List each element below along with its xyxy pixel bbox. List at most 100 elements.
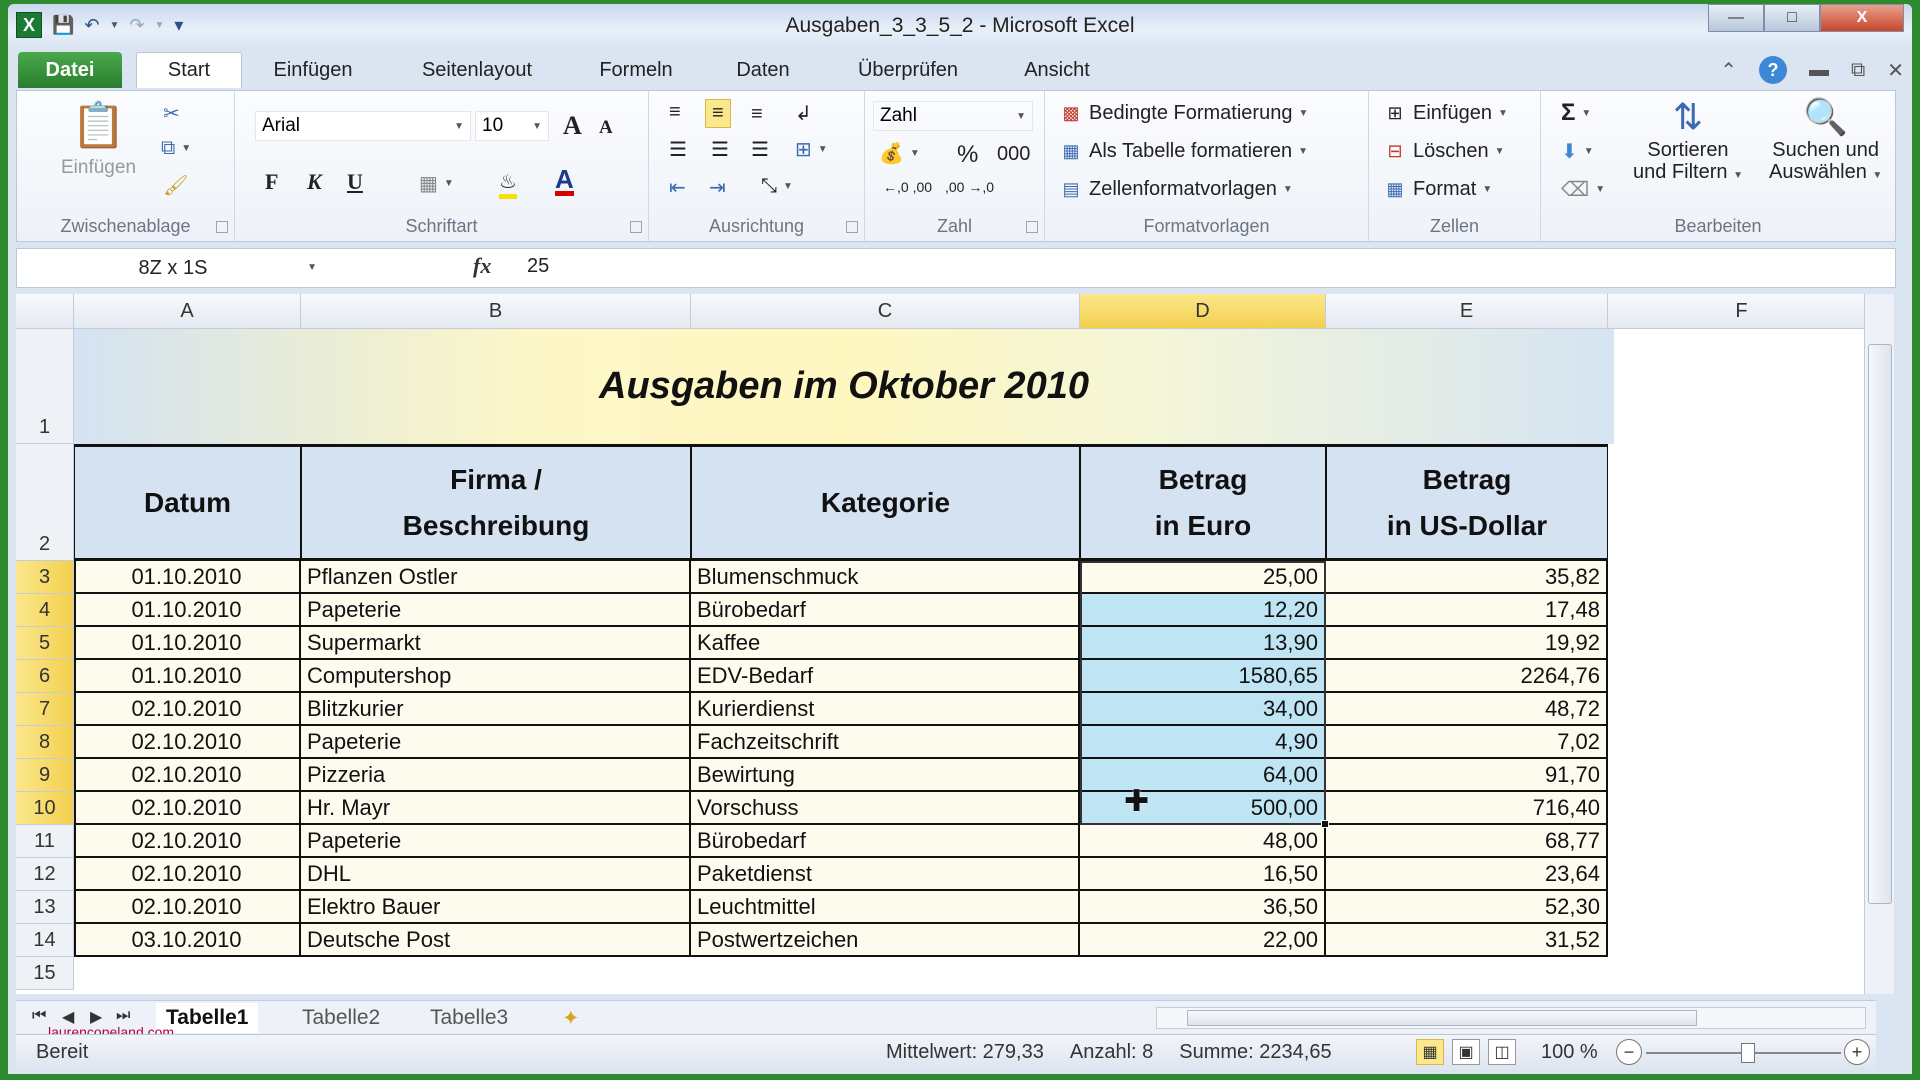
vertical-scrollbar[interactable] <box>1864 294 1894 994</box>
decrease-decimal-button[interactable]: ,00 →,0 <box>945 179 994 195</box>
row-header[interactable]: 10 <box>16 792 74 825</box>
clipboard-launcher-icon[interactable] <box>216 221 228 233</box>
header-kategorie[interactable]: Kategorie <box>691 444 1080 561</box>
cell-datum[interactable]: 02.10.2010 <box>74 858 301 891</box>
cell-firma[interactable]: DHL <box>301 858 691 891</box>
header-datum[interactable]: Datum <box>74 444 301 561</box>
page-break-view-icon[interactable]: ◫ <box>1488 1039 1516 1065</box>
cell-datum[interactable]: 02.10.2010 <box>74 792 301 825</box>
horizontal-scroll-thumb[interactable] <box>1187 1010 1697 1026</box>
percent-button[interactable]: % <box>957 141 978 169</box>
cell-kategorie[interactable]: Bewirtung <box>691 759 1080 792</box>
column-header-f[interactable]: F <box>1608 294 1876 329</box>
align-right-icon[interactable]: ☰ <box>751 137 769 162</box>
cell-betrag-euro[interactable]: 64,00 <box>1080 759 1326 792</box>
cell-datum[interactable]: 02.10.2010 <box>74 693 301 726</box>
cell-datum[interactable]: 01.10.2010 <box>74 594 301 627</box>
tab-start[interactable]: Start <box>136 52 242 88</box>
fill-icon[interactable]: ⬇ ▼ <box>1561 139 1594 164</box>
cell-kategorie[interactable]: Vorschuss <box>691 792 1080 825</box>
increase-decimal-button[interactable]: ←,0 ,00 <box>883 179 932 195</box>
cell-betrag-euro[interactable]: 12,20 <box>1080 594 1326 627</box>
help-icon[interactable]: ? <box>1758 56 1787 84</box>
cell-betrag-euro[interactable]: 500,00 <box>1080 792 1326 825</box>
cell-betrag-usd[interactable]: 17,48 <box>1326 594 1608 627</box>
cell-datum[interactable]: 01.10.2010 <box>74 660 301 693</box>
cell-firma[interactable]: Pizzeria <box>301 759 691 792</box>
select-all-corner[interactable] <box>16 294 74 329</box>
font-color-icon[interactable]: A <box>555 166 574 196</box>
format-painter-icon[interactable]: 🖌 <box>163 173 188 198</box>
paste-button[interactable]: 📋 Einfügen <box>61 99 136 179</box>
cell-firma[interactable]: Hr. Mayr <box>301 792 691 825</box>
number-launcher-icon[interactable] <box>1026 221 1038 233</box>
zoom-slider-handle[interactable] <box>1741 1043 1755 1063</box>
cell-firma[interactable]: Blitzkurier <box>301 693 691 726</box>
horizontal-scrollbar[interactable] <box>1156 1007 1866 1029</box>
close-button[interactable]: X <box>1820 4 1904 32</box>
row-header[interactable]: 13 <box>16 891 74 924</box>
cell-betrag-usd[interactable]: 23,64 <box>1326 858 1608 891</box>
tab-ansicht[interactable]: Ansicht <box>1012 52 1102 88</box>
row-header[interactable]: 6 <box>16 660 74 693</box>
cell-kategorie[interactable]: Postwertzeichen <box>691 924 1080 957</box>
row-header[interactable]: 14 <box>16 924 74 957</box>
underline-button[interactable]: U <box>347 169 363 195</box>
cell-betrag-euro[interactable]: 48,00 <box>1080 825 1326 858</box>
row-header[interactable]: 15 <box>16 957 74 990</box>
cell-kategorie[interactable]: Paketdienst <box>691 858 1080 891</box>
insert-function-icon[interactable]: fx <box>473 253 491 279</box>
zoom-out-icon[interactable]: − <box>1616 1039 1642 1065</box>
tab-ueberpruefen[interactable]: Überprüfen <box>838 52 978 88</box>
format-as-table-button[interactable]: ▦ Als Tabelle formatieren ▼ <box>1059 139 1308 163</box>
tab-formeln[interactable]: Formeln <box>584 52 688 88</box>
cell-betrag-usd[interactable]: 7,02 <box>1326 726 1608 759</box>
currency-icon[interactable]: 💰 ▼ <box>879 141 920 166</box>
column-header-d[interactable]: D <box>1080 294 1326 329</box>
first-sheet-icon[interactable]: ⏮ <box>32 1007 46 1025</box>
insert-sheet-icon[interactable]: ✦ <box>552 1003 590 1033</box>
delete-cells-button[interactable]: ⊟ Löschen ▼ <box>1383 139 1504 163</box>
number-format-select[interactable]: Zahl ▼ <box>873 101 1033 131</box>
shrink-font-icon[interactable]: A <box>599 117 613 139</box>
align-bottom-icon[interactable]: ≡ <box>751 103 763 126</box>
cell-kategorie[interactable]: Fachzeitschrift <box>691 726 1080 759</box>
cell-betrag-euro[interactable]: 1580,65 <box>1080 660 1326 693</box>
row-header[interactable]: 7 <box>16 693 74 726</box>
cell-datum[interactable]: 02.10.2010 <box>74 759 301 792</box>
autosum-button[interactable]: Σ ▼ <box>1561 99 1591 127</box>
merge-center-icon[interactable]: ⊞ ▼ <box>795 137 828 162</box>
zoom-level[interactable]: 100 % <box>1541 1041 1598 1064</box>
row-header[interactable]: 8 <box>16 726 74 759</box>
cell-firma[interactable]: Elektro Bauer <box>301 891 691 924</box>
cell-betrag-euro[interactable]: 34,00 <box>1080 693 1326 726</box>
cell-betrag-euro[interactable]: 25,00 <box>1080 561 1326 594</box>
decrease-indent-icon[interactable]: ⇤ <box>669 175 686 200</box>
column-header-b[interactable]: B <box>301 294 691 329</box>
row-header[interactable]: 9 <box>16 759 74 792</box>
cell-betrag-usd[interactable]: 52,30 <box>1326 891 1608 924</box>
copy-icon[interactable]: ⧉ ▼ <box>161 137 191 160</box>
tab-seitenlayout[interactable]: Seitenlayout <box>404 52 550 88</box>
italic-button[interactable]: K <box>307 169 322 195</box>
cell-betrag-euro[interactable]: 4,90 <box>1080 726 1326 759</box>
zoom-in-icon[interactable]: + <box>1844 1039 1870 1065</box>
sheet-tab-tabelle2[interactable]: Tabelle2 <box>292 1003 390 1033</box>
cell-firma[interactable]: Papeterie <box>301 825 691 858</box>
cell-betrag-usd[interactable]: 19,92 <box>1326 627 1608 660</box>
row-header[interactable]: 4 <box>16 594 74 627</box>
row-header-2[interactable]: 2 <box>16 444 74 561</box>
tab-datei[interactable]: Datei <box>18 52 122 88</box>
column-header-c[interactable]: C <box>691 294 1080 329</box>
maximize-button[interactable]: □ <box>1764 4 1820 32</box>
cell-datum[interactable]: 03.10.2010 <box>74 924 301 957</box>
font-name-select[interactable]: Arial ▼ <box>255 111 471 141</box>
row-header[interactable]: 12 <box>16 858 74 891</box>
cell-betrag-usd[interactable]: 91,70 <box>1326 759 1608 792</box>
vertical-scroll-thumb[interactable] <box>1868 344 1892 904</box>
cell-datum[interactable]: 02.10.2010 <box>74 726 301 759</box>
sort-filter-button[interactable]: ⇅ Sortieren und Filtern ▼ <box>1633 95 1743 187</box>
cell-betrag-euro[interactable]: 36,50 <box>1080 891 1326 924</box>
wrap-text-icon[interactable]: ↲ <box>795 101 812 126</box>
cell-styles-button[interactable]: ▤ Zellenformatvorlagen ▼ <box>1059 177 1292 201</box>
